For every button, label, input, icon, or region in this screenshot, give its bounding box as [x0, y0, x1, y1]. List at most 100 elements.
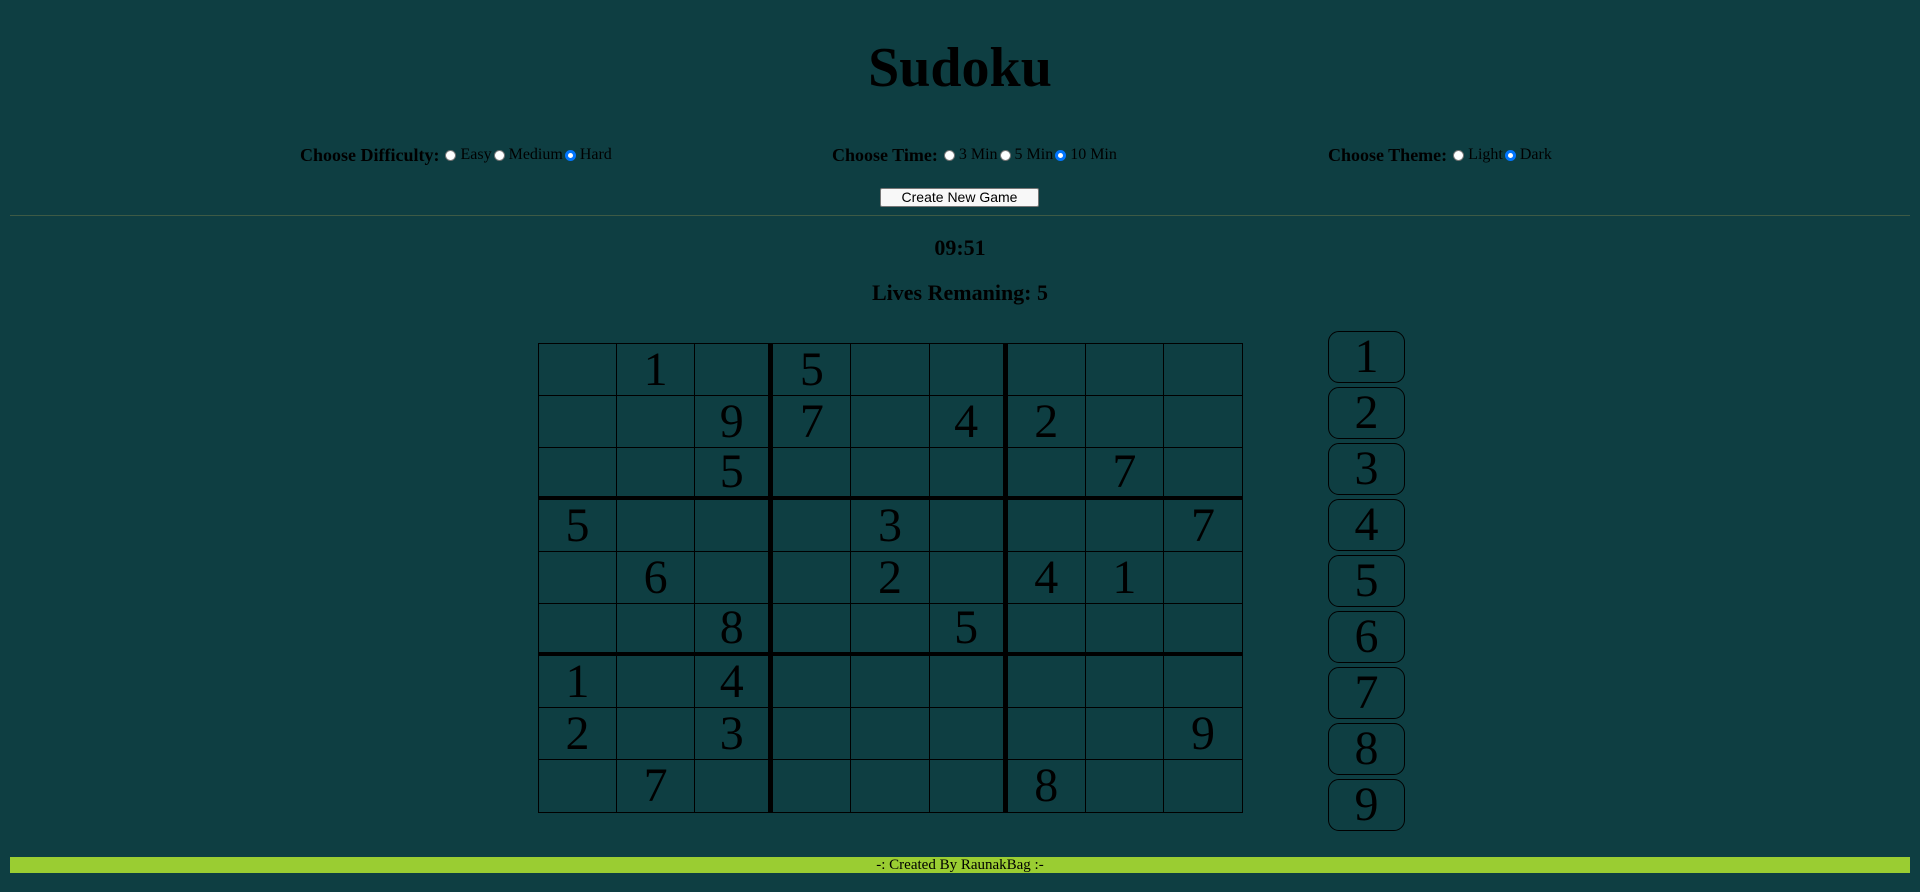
sudoku-cell[interactable]: [851, 448, 930, 500]
sudoku-cell[interactable]: [1163, 396, 1242, 448]
number-button-5[interactable]: 5: [1328, 555, 1405, 607]
sudoku-cell[interactable]: [1007, 604, 1086, 656]
number-button-2[interactable]: 2: [1328, 387, 1405, 439]
sudoku-cell[interactable]: [539, 604, 618, 656]
sudoku-cell[interactable]: [1164, 760, 1242, 812]
sudoku-cell[interactable]: 9: [1163, 708, 1242, 760]
sudoku-cell[interactable]: 7: [617, 760, 696, 812]
radio-icon[interactable]: [999, 149, 1011, 161]
sudoku-cell[interactable]: 4: [929, 396, 1008, 448]
sudoku-cell[interactable]: 8: [1008, 760, 1086, 812]
sudoku-cell[interactable]: [1007, 708, 1086, 760]
sudoku-cell[interactable]: 7: [1085, 448, 1164, 500]
sudoku-cell[interactable]: 5: [929, 604, 1008, 656]
sudoku-cell[interactable]: 5: [539, 500, 618, 552]
sudoku-cell[interactable]: 6: [617, 552, 696, 604]
theme-dark-option[interactable]: Dark: [1504, 146, 1552, 164]
number-button-1[interactable]: 1: [1328, 331, 1405, 383]
sudoku-cell[interactable]: [851, 604, 930, 656]
radio-icon[interactable]: [493, 149, 505, 161]
sudoku-cell[interactable]: [929, 656, 1008, 708]
radio-icon[interactable]: [1453, 149, 1465, 161]
sudoku-cell[interactable]: [773, 604, 852, 656]
sudoku-cell[interactable]: [1007, 344, 1086, 396]
number-button-4[interactable]: 4: [1328, 499, 1405, 551]
sudoku-cell[interactable]: [773, 656, 852, 708]
sudoku-cell[interactable]: [930, 760, 1008, 812]
sudoku-cell[interactable]: [695, 344, 774, 396]
sudoku-cell[interactable]: [617, 656, 696, 708]
time-3-min-option[interactable]: 3 Min: [943, 146, 998, 164]
sudoku-cell[interactable]: [1085, 604, 1164, 656]
sudoku-cell[interactable]: [617, 604, 696, 656]
sudoku-cell[interactable]: [773, 760, 852, 812]
difficulty-medium-option[interactable]: Medium: [493, 146, 563, 164]
sudoku-cell[interactable]: [539, 396, 618, 448]
sudoku-cell[interactable]: [617, 448, 696, 500]
sudoku-cell[interactable]: [851, 396, 930, 448]
sudoku-cell[interactable]: 3: [851, 500, 930, 552]
sudoku-cell[interactable]: [695, 760, 774, 812]
sudoku-cell[interactable]: [617, 708, 696, 760]
sudoku-cell[interactable]: [851, 760, 930, 812]
sudoku-cell[interactable]: [1163, 448, 1242, 500]
sudoku-cell[interactable]: [929, 552, 1008, 604]
sudoku-cell[interactable]: 7: [773, 396, 852, 448]
sudoku-cell[interactable]: 1: [617, 344, 696, 396]
sudoku-cell[interactable]: [1085, 656, 1164, 708]
sudoku-cell[interactable]: 7: [1163, 500, 1242, 552]
sudoku-cell[interactable]: 2: [539, 708, 618, 760]
sudoku-cell[interactable]: [539, 552, 618, 604]
sudoku-cell[interactable]: [773, 552, 852, 604]
sudoku-cell[interactable]: [539, 344, 618, 396]
sudoku-cell[interactable]: [617, 500, 696, 552]
sudoku-cell[interactable]: [851, 708, 930, 760]
number-button-9[interactable]: 9: [1328, 779, 1405, 831]
create-new-game-button[interactable]: Create New Game: [880, 188, 1039, 207]
radio-icon[interactable]: [943, 149, 955, 161]
radio-icon[interactable]: [445, 149, 457, 161]
sudoku-cell[interactable]: 3: [695, 708, 774, 760]
number-button-8[interactable]: 8: [1328, 723, 1405, 775]
sudoku-cell[interactable]: [851, 656, 930, 708]
sudoku-cell[interactable]: [1163, 344, 1242, 396]
sudoku-cell[interactable]: [851, 344, 930, 396]
sudoku-cell[interactable]: [695, 500, 774, 552]
sudoku-cell[interactable]: [1085, 500, 1164, 552]
sudoku-cell[interactable]: 2: [851, 552, 930, 604]
sudoku-cell[interactable]: [1085, 344, 1164, 396]
number-button-7[interactable]: 7: [1328, 667, 1405, 719]
sudoku-cell[interactable]: [1085, 396, 1164, 448]
sudoku-cell[interactable]: [773, 500, 852, 552]
sudoku-cell[interactable]: 1: [1085, 552, 1164, 604]
time-5-min-option[interactable]: 5 Min: [999, 146, 1053, 164]
radio-icon[interactable]: [1504, 149, 1516, 161]
number-button-6[interactable]: 6: [1328, 611, 1405, 663]
sudoku-cell[interactable]: 2: [1007, 396, 1086, 448]
sudoku-cell[interactable]: [539, 448, 618, 500]
radio-icon[interactable]: [564, 149, 576, 161]
sudoku-cell[interactable]: 4: [1007, 552, 1086, 604]
sudoku-cell[interactable]: 9: [695, 396, 774, 448]
number-button-3[interactable]: 3: [1328, 443, 1405, 495]
sudoku-cell[interactable]: [929, 344, 1008, 396]
sudoku-cell[interactable]: [1086, 760, 1164, 812]
sudoku-cell[interactable]: [1085, 708, 1164, 760]
sudoku-cell[interactable]: [695, 552, 774, 604]
sudoku-cell[interactable]: 4: [695, 656, 774, 708]
sudoku-cell[interactable]: [773, 448, 852, 500]
sudoku-cell[interactable]: [1007, 448, 1086, 500]
time-10-min-option[interactable]: 10 Min: [1055, 146, 1117, 164]
sudoku-cell[interactable]: [539, 760, 618, 812]
sudoku-cell[interactable]: 1: [539, 656, 618, 708]
sudoku-cell[interactable]: [1007, 500, 1086, 552]
sudoku-cell[interactable]: 5: [695, 448, 774, 500]
sudoku-cell[interactable]: 8: [695, 604, 774, 656]
sudoku-cell[interactable]: [1007, 656, 1086, 708]
sudoku-cell[interactable]: [1163, 656, 1242, 708]
sudoku-cell[interactable]: [929, 500, 1008, 552]
sudoku-cell[interactable]: [1163, 604, 1242, 656]
sudoku-cell[interactable]: [617, 396, 696, 448]
sudoku-cell[interactable]: [773, 708, 852, 760]
difficulty-hard-option[interactable]: Hard: [564, 146, 612, 164]
